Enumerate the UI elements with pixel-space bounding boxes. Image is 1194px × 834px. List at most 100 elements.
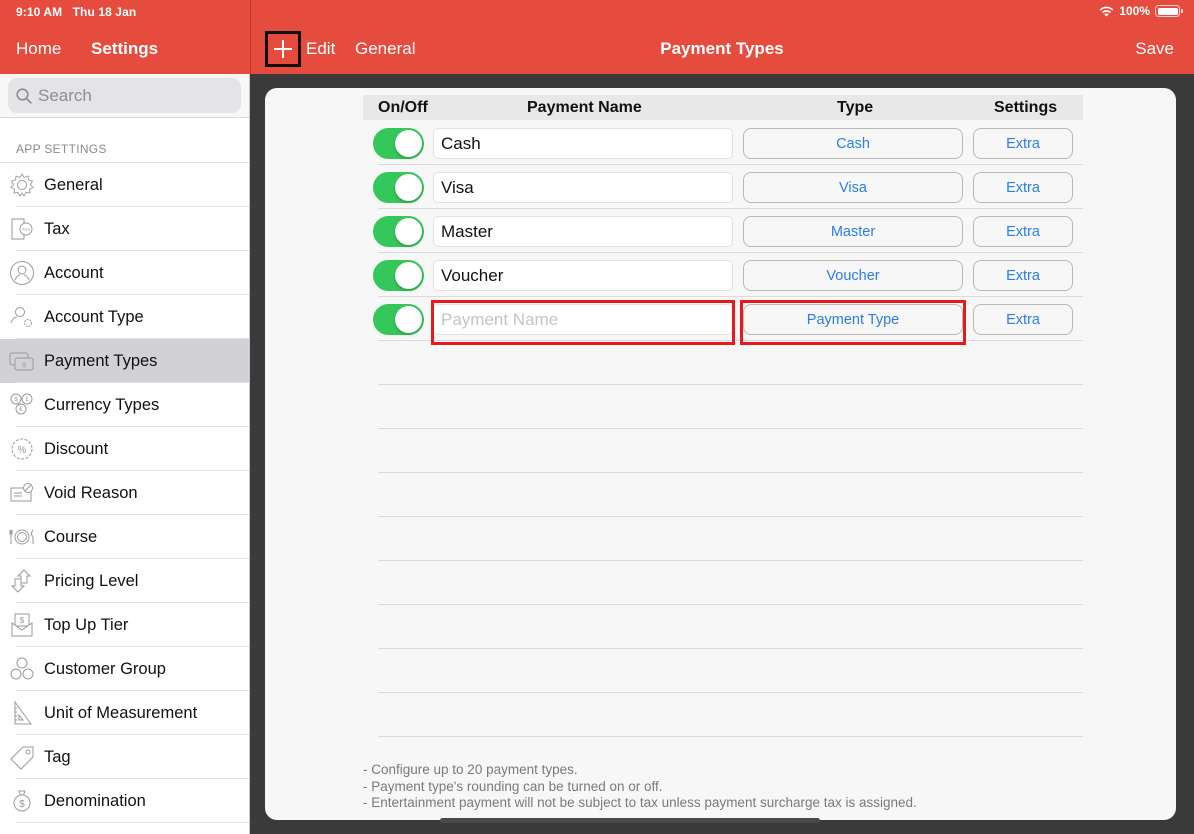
date-text: Thu 18 Jan [72,5,137,19]
enable-toggle[interactable] [373,172,424,203]
extra-settings-button[interactable]: Extra [973,304,1073,335]
enable-toggle[interactable] [373,304,424,335]
person-icon [10,261,34,285]
percent-badge-icon: % [11,438,33,460]
section-header: APP SETTINGS [0,118,249,163]
enable-toggle[interactable] [373,216,424,247]
sidebar-item-top-up-tier[interactable]: $ Top Up Tier [0,603,249,647]
home-button[interactable]: Home [16,39,61,59]
svg-text:TAX: TAX [22,227,30,232]
header-settings: Settings [994,99,1058,116]
payment-type-button[interactable]: Voucher [743,260,963,291]
extra-settings-button[interactable]: Extra [973,172,1073,203]
sidebar-item-tag[interactable]: Tag [0,735,249,779]
sidebar-item-account-type[interactable]: Account Type [0,295,249,339]
search-placeholder: Search [38,85,92,105]
edit-button[interactable]: Edit [306,39,335,59]
empty-row-divider [378,516,1083,517]
sidebar-item-label: Tax [44,219,70,238]
note-line: - Configure up to 20 payment types. [363,762,578,777]
dollar-envelope-icon: $ [11,613,33,637]
split-divider [250,0,251,74]
table-row: Voucher Extra [373,253,1083,297]
extra-settings-button[interactable]: Extra [973,260,1073,291]
empty-row-divider [378,472,1083,473]
sidebar-item-label: Top Up Tier [44,615,129,634]
sidebar-item-payment-types[interactable]: $ Payment Types [0,339,249,383]
table-row-new: Payment Type Extra [373,297,1083,345]
payment-type-button[interactable]: Master [743,216,963,247]
extra-settings-button[interactable]: Extra [973,128,1073,159]
payment-name-input[interactable] [433,260,733,291]
payment-name-input[interactable] [433,128,733,159]
sidebar-item-denomination[interactable]: $ Denomination [0,779,249,823]
sidebar: Search APP SETTINGS General TAX Tax Acco… [0,74,250,834]
page-title: Payment Types [660,39,784,58]
sidebar-item-unit-of-measurement[interactable]: Unit of Measurement [0,691,249,735]
search-input[interactable]: Search [8,78,241,113]
add-payment-type-button[interactable] [265,31,301,67]
enable-toggle[interactable] [373,260,424,291]
save-button[interactable]: Save [1135,39,1174,59]
new-payment-type-button[interactable]: Payment Type [743,304,963,335]
empty-row-divider [378,736,1083,737]
svg-text:£: £ [25,397,29,403]
plate-cutlery-icon [9,529,34,545]
sidebar-item-label: Denomination [44,791,146,810]
battery-icon [1155,5,1183,17]
payment-type-button[interactable]: Cash [743,128,963,159]
tag-icon [10,746,34,770]
payment-name-input[interactable] [433,172,733,203]
void-receipt-icon [10,483,33,502]
up-down-arrows-icon [10,569,32,593]
sidebar-item-course[interactable]: Course [0,515,249,559]
new-payment-name-input[interactable] [433,304,733,335]
app-window: 9:10 AM Thu 18 Jan 100% Home Settings Ed… [0,0,1194,834]
content-area: On/Off Payment Name Type Settings Cash E… [251,74,1194,834]
payment-type-button[interactable]: Visa [743,172,963,203]
status-time: 9:10 AM Thu 18 Jan [16,5,136,19]
enable-toggle[interactable] [373,128,424,159]
sidebar-item-customer-group[interactable]: Customer Group [0,647,249,691]
svg-text:%: % [18,445,27,456]
sidebar-item-general[interactable]: General [0,163,249,207]
svg-text:$: $ [14,397,18,403]
table-row: Visa Extra [373,165,1083,209]
settings-title: Settings [91,39,159,58]
sidebar-item-label: Unit of Measurement [44,703,198,722]
battery-percent: 100% [1119,4,1150,18]
table-row: Master Extra [373,209,1083,253]
svg-text:$: $ [19,799,25,810]
sidebar-item-label: Payment Types [44,351,158,370]
gear-icon [10,173,34,197]
horizontal-scroll-indicator[interactable] [440,818,820,823]
sidebar-item-discount[interactable]: % Discount [0,427,249,471]
wifi-icon [1099,6,1114,16]
sidebar-item-label: Customer Group [44,659,166,678]
sidebar-item-currency-types[interactable]: $ £ € Currency Types [0,383,249,427]
sidebar-item-void-reason[interactable]: Void Reason [0,471,249,515]
empty-row-divider [378,428,1083,429]
cards-dollar-icon: $ [9,352,34,371]
payment-name-input[interactable] [433,216,733,247]
header-type: Type [837,99,874,116]
empty-row-divider [378,648,1083,649]
notes: - Configure up to 20 payment types. - Pa… [363,762,917,812]
note-line: - Payment type's rounding can be turned … [363,778,663,794]
currency-coins-icon: $ £€ [10,393,33,415]
sidebar-item-tax[interactable]: TAX Tax [0,207,249,251]
empty-row-divider [378,384,1083,385]
payment-types-card: On/Off Payment Name Type Settings Cash E… [265,88,1176,820]
top-bar: 9:10 AM Thu 18 Jan 100% Home Settings Ed… [0,0,1194,74]
plus-icon [274,40,292,58]
sidebar-item-label: Tag [44,747,71,766]
sidebar-item-account[interactable]: Account [0,251,249,295]
sidebar-item-label: Discount [44,439,109,458]
ruler-triangle-icon [14,700,32,725]
sidebar-item-label: General [44,175,103,194]
extra-settings-button[interactable]: Extra [973,216,1073,247]
general-button[interactable]: General [355,39,415,59]
sidebar-item-pricing-level[interactable]: Pricing Level [0,559,249,603]
sidebar-item-label: Account [44,263,104,282]
person-gear-icon [10,307,32,327]
